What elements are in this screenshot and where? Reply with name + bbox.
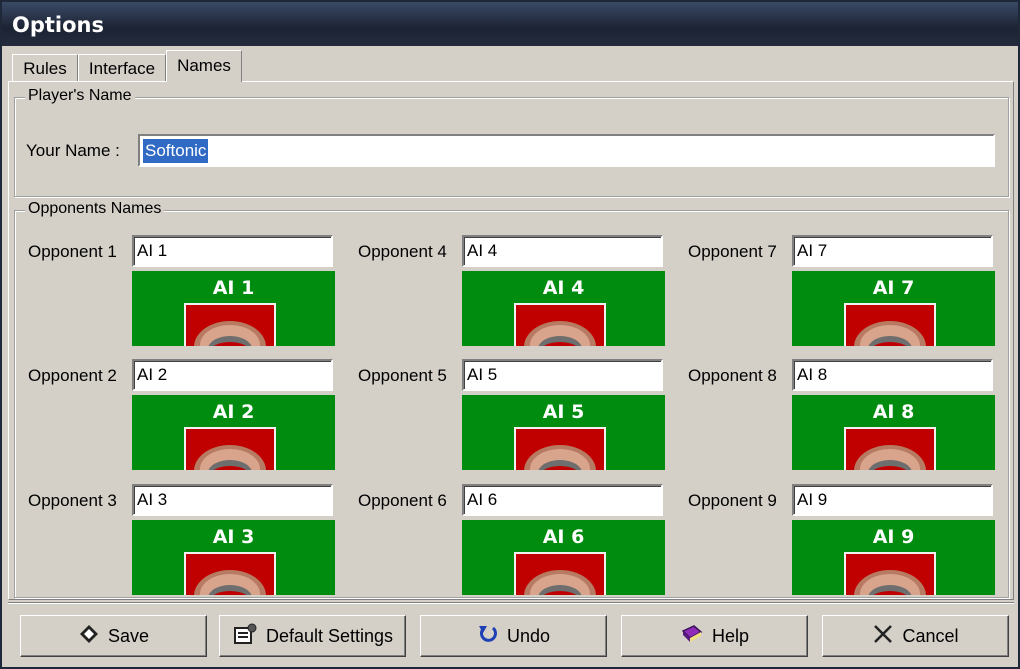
opponent-9-name-input[interactable] bbox=[792, 484, 993, 516]
save-button-label: Save bbox=[107, 625, 150, 646]
opponent-5-avatar-name: AI 5 bbox=[542, 401, 585, 423]
opponent-1-name-input[interactable] bbox=[132, 235, 333, 267]
opponent-2-label: Opponent 2 bbox=[28, 366, 117, 385]
cancel-button[interactable]: Cancel bbox=[822, 615, 1009, 657]
opponent-5-label: Opponent 5 bbox=[358, 366, 447, 385]
opponent-6-portrait bbox=[514, 552, 606, 595]
opponent-4-avatar[interactable]: AI 4 bbox=[462, 271, 665, 346]
your-name-label: Your Name : bbox=[26, 141, 120, 160]
undo-icon bbox=[477, 623, 499, 649]
opponent-3-name-input[interactable] bbox=[132, 484, 333, 516]
opponents-names-group-label: Opponents Names bbox=[25, 200, 165, 218]
players-name-group: Player's Name Your Name : Softonic bbox=[14, 87, 1009, 197]
ring-icon bbox=[854, 321, 926, 346]
opponent-7-portrait bbox=[844, 303, 936, 346]
opponent-3-avatar-name: AI 3 bbox=[212, 526, 255, 548]
opponent-8-name-input[interactable] bbox=[792, 359, 993, 391]
opponent-8-portrait bbox=[844, 427, 936, 470]
help-button[interactable]: Help bbox=[621, 615, 808, 657]
help-book-icon bbox=[680, 623, 704, 649]
ring-icon bbox=[194, 321, 266, 346]
opponent-4-avatar-name: AI 4 bbox=[542, 277, 585, 299]
opponent-7-avatar[interactable]: AI 7 bbox=[792, 271, 995, 346]
ring-icon bbox=[524, 570, 596, 595]
opponent-9-avatar-name: AI 9 bbox=[872, 526, 915, 548]
opponent-2-avatar[interactable]: AI 2 bbox=[132, 395, 335, 470]
close-icon bbox=[872, 623, 894, 649]
undo-button-label: Undo bbox=[506, 625, 551, 646]
window-title: Options bbox=[2, 2, 1018, 46]
names-tab-page: Player's Name Your Name : Softonic Oppon… bbox=[8, 81, 1014, 600]
opponent-4-label: Opponent 4 bbox=[358, 242, 447, 261]
opponent-3-portrait bbox=[184, 552, 276, 595]
opponent-2-portrait bbox=[184, 427, 276, 470]
ring-icon bbox=[524, 445, 596, 470]
opponent-8-avatar-name: AI 8 bbox=[872, 401, 915, 423]
opponent-5-avatar[interactable]: AI 5 bbox=[462, 395, 665, 470]
opponent-9-label: Opponent 9 bbox=[688, 491, 777, 510]
opponent-3-avatar[interactable]: AI 3 bbox=[132, 520, 335, 595]
button-bar: Save Default Settings Undo Help Cancel bbox=[8, 602, 1014, 668]
ring-icon bbox=[524, 321, 596, 346]
opponent-2-avatar-name: AI 2 bbox=[212, 401, 255, 423]
ring-icon bbox=[194, 445, 266, 470]
opponent-5-name-input[interactable] bbox=[462, 359, 663, 391]
opponent-6-avatar-name: AI 6 bbox=[542, 526, 585, 548]
options-dialog: Options Rules Interface Names Player's N… bbox=[0, 0, 1020, 669]
opponent-7-label: Opponent 7 bbox=[688, 242, 777, 261]
opponent-6-avatar[interactable]: AI 6 bbox=[462, 520, 665, 595]
tab-rules-label: Rules bbox=[23, 59, 67, 78]
default-settings-button[interactable]: Default Settings bbox=[219, 615, 406, 657]
help-button-label: Help bbox=[711, 625, 750, 646]
opponent-7-avatar-name: AI 7 bbox=[872, 277, 915, 299]
diskette-icon bbox=[78, 623, 100, 649]
players-name-group-label: Player's Name bbox=[25, 87, 135, 105]
ring-icon bbox=[194, 570, 266, 595]
opponent-5-portrait bbox=[514, 427, 606, 470]
opponent-4-portrait bbox=[514, 303, 606, 346]
your-name-input[interactable]: Softonic bbox=[138, 134, 995, 167]
opponent-3-label: Opponent 3 bbox=[28, 491, 117, 510]
opponent-1-portrait bbox=[184, 303, 276, 346]
your-name-value: Softonic bbox=[143, 139, 209, 163]
opponent-8-avatar[interactable]: AI 8 bbox=[792, 395, 995, 470]
opponent-8-label: Opponent 8 bbox=[688, 366, 777, 385]
ring-icon bbox=[854, 570, 926, 595]
tab-names-label: Names bbox=[177, 56, 231, 75]
settings-icon bbox=[232, 623, 258, 649]
opponent-9-portrait bbox=[844, 552, 936, 595]
opponent-1-avatar[interactable]: AI 1 bbox=[132, 271, 335, 346]
opponent-7-name-input[interactable] bbox=[792, 235, 993, 267]
opponent-6-label: Opponent 6 bbox=[358, 491, 447, 510]
undo-button[interactable]: Undo bbox=[420, 615, 607, 657]
tab-interface-label: Interface bbox=[88, 59, 156, 78]
opponent-1-label: Opponent 1 bbox=[28, 242, 117, 261]
save-button[interactable]: Save bbox=[20, 615, 207, 657]
default-settings-button-label: Default Settings bbox=[265, 625, 394, 646]
tab-rules[interactable]: Rules bbox=[12, 54, 78, 81]
tab-names[interactable]: Names bbox=[166, 50, 242, 82]
ring-icon bbox=[854, 445, 926, 470]
cancel-button-label: Cancel bbox=[902, 625, 959, 646]
opponent-9-avatar[interactable]: AI 9 bbox=[792, 520, 995, 595]
opponent-1-avatar-name: AI 1 bbox=[212, 277, 255, 299]
opponent-2-name-input[interactable] bbox=[132, 359, 333, 391]
opponent-4-name-input[interactable] bbox=[462, 235, 663, 267]
opponent-6-name-input[interactable] bbox=[462, 484, 663, 516]
opponents-names-group: Opponents Names Opponent 1 AI 1 Opponent 2… bbox=[14, 200, 1009, 598]
tab-interface[interactable]: Interface bbox=[78, 54, 166, 81]
